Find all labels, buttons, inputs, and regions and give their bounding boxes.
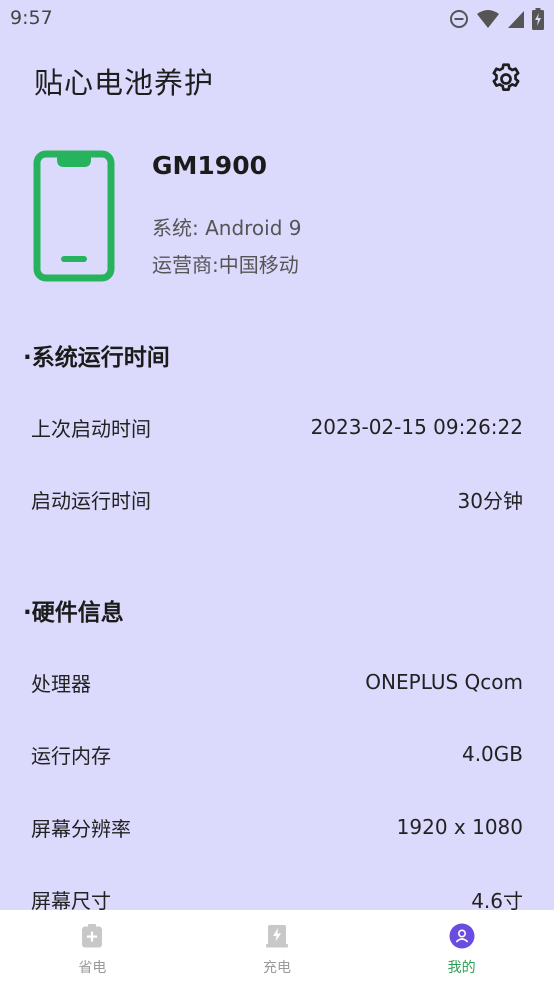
- nav-label: 充电: [263, 960, 291, 976]
- status-time: 9:57: [10, 7, 53, 29]
- row-value: ONEPLUS Qcom: [365, 670, 523, 694]
- row-value: 4.0GB: [461, 742, 523, 766]
- nav-item-charge[interactable]: 充电: [185, 910, 370, 985]
- profile-icon: [448, 922, 476, 950]
- nav-item-mine[interactable]: 我的: [369, 910, 554, 985]
- row-label: 处理器: [31, 671, 91, 696]
- row-label: 启动运行时间: [31, 488, 151, 513]
- charge-icon: [263, 922, 291, 950]
- bottom-nav: 省电 充电 我的: [0, 910, 554, 985]
- signal-icon: [507, 9, 525, 29]
- nav-label: 我的: [447, 960, 476, 976]
- status-icons: [449, 8, 544, 30]
- battery-saver-icon: [78, 922, 106, 950]
- device-system: 系统: Android 9: [152, 216, 302, 240]
- info-row-uptime: 启动运行时间 30分钟: [31, 479, 523, 519]
- phone-icon: [33, 150, 115, 282]
- gear-icon: [488, 61, 524, 101]
- nav-item-save-power[interactable]: 省电: [0, 910, 185, 985]
- row-label: 上次启动时间: [31, 416, 151, 441]
- info-row-processor: 处理器 ONEPLUS Qcom: [31, 662, 523, 702]
- battery-charging-icon: [532, 8, 544, 30]
- row-value: 30分钟: [457, 488, 523, 513]
- nav-label: 省电: [78, 960, 107, 976]
- row-label: 屏幕分辨率: [31, 816, 131, 841]
- status-bar: 9:57: [0, 0, 554, 38]
- device-carrier: 运营商:中国移动: [152, 253, 299, 277]
- section-title-hardware: ·硬件信息: [23, 600, 124, 626]
- row-value: 1920 x 1080: [396, 815, 523, 839]
- row-value: 2023-02-15 09:26:22: [310, 415, 523, 439]
- info-row-last-boot: 上次启动时间 2023-02-15 09:26:22: [31, 407, 523, 447]
- info-row-resolution: 屏幕分辨率 1920 x 1080: [31, 807, 523, 847]
- device-model: GM1900: [152, 151, 267, 180]
- wifi-icon: [476, 9, 500, 29]
- settings-button[interactable]: [487, 62, 525, 100]
- page-title: 贴心电池养护: [34, 66, 215, 100]
- info-row-memory: 运行内存 4.0GB: [31, 734, 523, 774]
- section-title-runtime: ·系统运行时间: [23, 345, 170, 371]
- dnd-icon: [449, 9, 469, 29]
- row-label: 运行内存: [31, 743, 111, 768]
